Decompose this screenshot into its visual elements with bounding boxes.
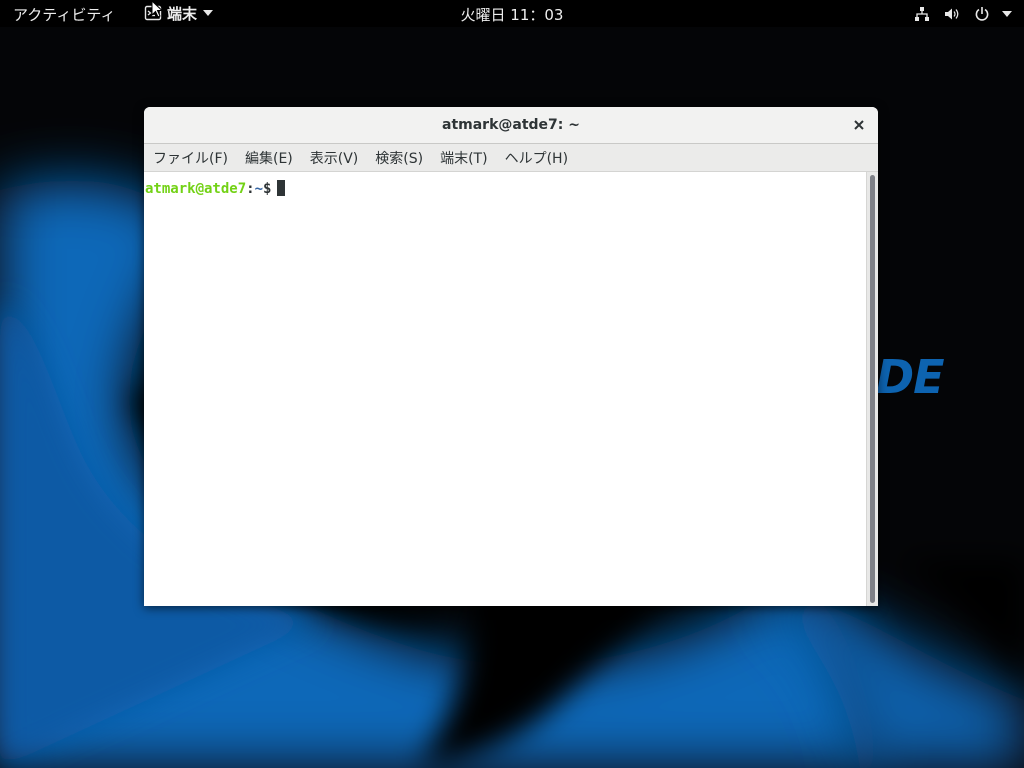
window-titlebar[interactable]: atmark@atde7: ~ <box>144 107 878 144</box>
mouse-pointer-icon <box>151 0 163 18</box>
prompt-separator: : <box>246 181 255 197</box>
close-button[interactable] <box>849 115 869 135</box>
chevron-down-icon <box>203 10 214 16</box>
prompt-path: ~ <box>254 181 264 197</box>
activities-button[interactable]: アクティビティ <box>13 4 115 25</box>
volume-icon <box>945 8 959 20</box>
network-icon <box>915 7 929 21</box>
menu-bar: ファイル(F) 編集(E) 表示(V) 検索(S) 端末(T) ヘルプ(H) <box>144 144 878 172</box>
terminal-area[interactable]: atmark@atde7:~$ <box>144 172 866 606</box>
prompt-symbol: $ <box>263 181 272 197</box>
app-menu-label: 端末 <box>167 4 198 23</box>
text-cursor <box>277 180 286 196</box>
scrollbar-thumb[interactable] <box>870 175 875 603</box>
terminal-scrollbar[interactable] <box>866 172 878 606</box>
window-title: atmark@atde7: ~ <box>442 117 580 133</box>
prompt-line: atmark@atde7:~$ <box>145 180 286 197</box>
menu-view[interactable]: 表示(V) <box>301 148 367 168</box>
menu-edit[interactable]: 編集(E) <box>236 148 301 168</box>
system-menu-button[interactable] <box>900 3 1012 25</box>
prompt-user: atmark@atde7 <box>145 181 247 197</box>
close-icon <box>854 120 864 130</box>
chevron-down-icon <box>1002 11 1012 17</box>
clock-label[interactable]: 火曜日 11：03 <box>461 6 564 24</box>
wallpaper-logo-text: DE <box>876 350 945 404</box>
power-icon <box>975 7 989 21</box>
menu-file[interactable]: ファイル(F) <box>144 148 236 168</box>
menu-terminal[interactable]: 端末(T) <box>431 148 495 168</box>
terminal-window[interactable]: atmark@atde7: ~ ファイル(F) 編集(E) 表示(V) 検索(S… <box>144 107 878 606</box>
menu-help[interactable]: ヘルプ(H) <box>496 148 576 168</box>
menu-search[interactable]: 検索(S) <box>366 148 431 168</box>
